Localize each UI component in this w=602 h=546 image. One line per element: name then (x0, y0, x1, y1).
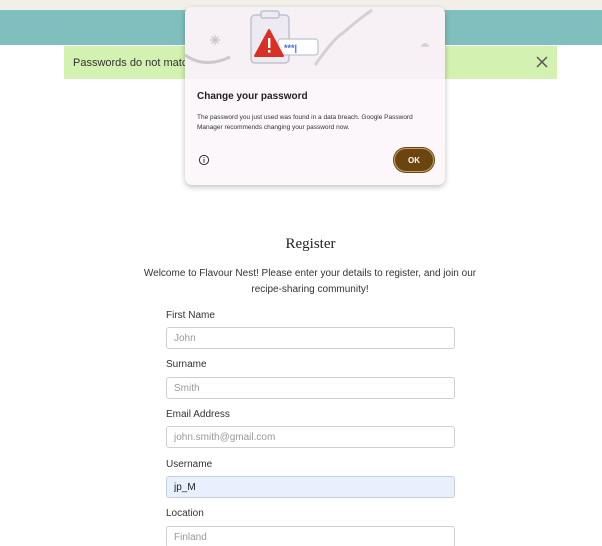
username-label: Username (166, 459, 213, 470)
location-label: Location (166, 508, 204, 519)
ok-button[interactable]: OK (394, 148, 434, 172)
email-field[interactable] (166, 426, 455, 448)
password-breach-illustration: ***| (185, 7, 445, 79)
surname-field[interactable] (166, 377, 455, 399)
email-label: Email Address (166, 409, 230, 420)
popup-title: Change your password (197, 91, 308, 102)
surname-label: Surname (166, 359, 207, 370)
masked-password: ***| (284, 43, 297, 53)
close-icon[interactable] (535, 55, 549, 69)
info-icon[interactable] (198, 154, 210, 166)
popup-description: The password you just used was found in … (197, 114, 413, 131)
alert-message: Passwords do not match. (73, 56, 197, 69)
first-name-label: First Name (166, 310, 215, 321)
location-field[interactable] (166, 526, 455, 546)
username-field[interactable] (166, 476, 455, 498)
first-name-field[interactable] (166, 327, 455, 349)
register-intro: Welcome to Flavour Nest! Please enter yo… (143, 268, 477, 295)
change-password-popup: ***| Change your password The password y… (185, 7, 445, 185)
page-title: Register (285, 236, 336, 252)
sparkle-icon (210, 35, 220, 45)
